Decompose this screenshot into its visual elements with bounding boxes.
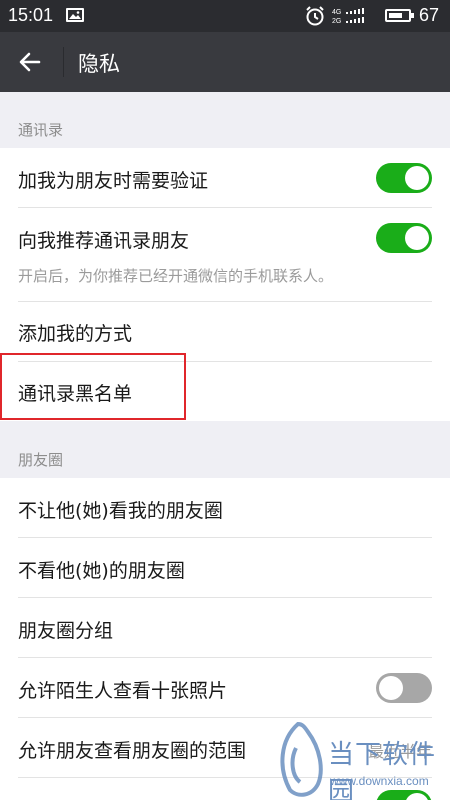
signal-icon: 4G 2G [332, 7, 380, 29]
row-label: 添加我的方式 [18, 323, 133, 345]
friend-verification-toggle[interactable] [376, 163, 432, 193]
title-bar: 隐私 [0, 32, 450, 92]
watermark-text: 当下软件园 [328, 740, 437, 800]
row-stranger-ten-photos[interactable]: 允许陌生人查看十张照片 [0, 658, 450, 717]
row-label: 不看他(她)的朋友圈 [18, 560, 185, 582]
row-description: 开启后，为你推荐已经开通微信的手机联系人。 [18, 267, 334, 285]
row-friend-verification[interactable]: 加我为朋友时需要验证 [0, 148, 450, 207]
network-bottom-label: 2G [332, 18, 341, 25]
row-label: 加我为朋友时需要验证 [18, 170, 209, 192]
stranger-ten-photos-toggle[interactable] [376, 673, 432, 703]
battery-icon [385, 9, 414, 22]
highlight-box [0, 353, 186, 420]
image-icon [66, 8, 84, 22]
back-button[interactable] [10, 45, 50, 79]
watermark: 当下软件园 www.downxia.com [272, 718, 450, 800]
row-label: 朋友圈分组 [18, 620, 114, 642]
back-arrow-icon [19, 52, 41, 72]
alarm-icon [304, 5, 326, 31]
recommend-contacts-toggle[interactable] [376, 223, 432, 253]
screen: 15:01 4G 2G 67 隐私 通讯录 加我为朋友时需要验证 向我推荐通讯录… [0, 0, 450, 800]
section-header-moments: 朋友圈 [18, 451, 64, 469]
status-bar: 15:01 4G 2G 67 [0, 0, 450, 32]
section-header-contacts: 通讯录 [18, 121, 64, 139]
status-time: 15:01 [8, 5, 54, 25]
row-label: 允许朋友查看朋友圈的范围 [18, 740, 247, 762]
row-hide-their-moments[interactable]: 不看他(她)的朋友圈 [0, 538, 450, 597]
row-hide-my-moments[interactable]: 不让他(她)看我的朋友圈 [0, 478, 450, 537]
row-label: 向我推荐通讯录朋友 [18, 230, 190, 252]
watermark-logo-icon [280, 721, 323, 797]
row-recommend-contacts[interactable]: 向我推荐通讯录朋友 开启后，为你推荐已经开通微信的手机联系人。 [0, 208, 450, 301]
title-divider [63, 47, 64, 77]
network-top-label: 4G [332, 9, 341, 16]
battery-level: 67 [419, 5, 440, 25]
row-label: 不让他(她)看我的朋友圈 [18, 500, 223, 522]
watermark-url: www.downxia.com [330, 774, 429, 788]
page-title: 隐私 [78, 52, 120, 76]
row-label: 允许陌生人查看十张照片 [18, 680, 228, 702]
row-moments-groups[interactable]: 朋友圈分组 [0, 598, 450, 657]
